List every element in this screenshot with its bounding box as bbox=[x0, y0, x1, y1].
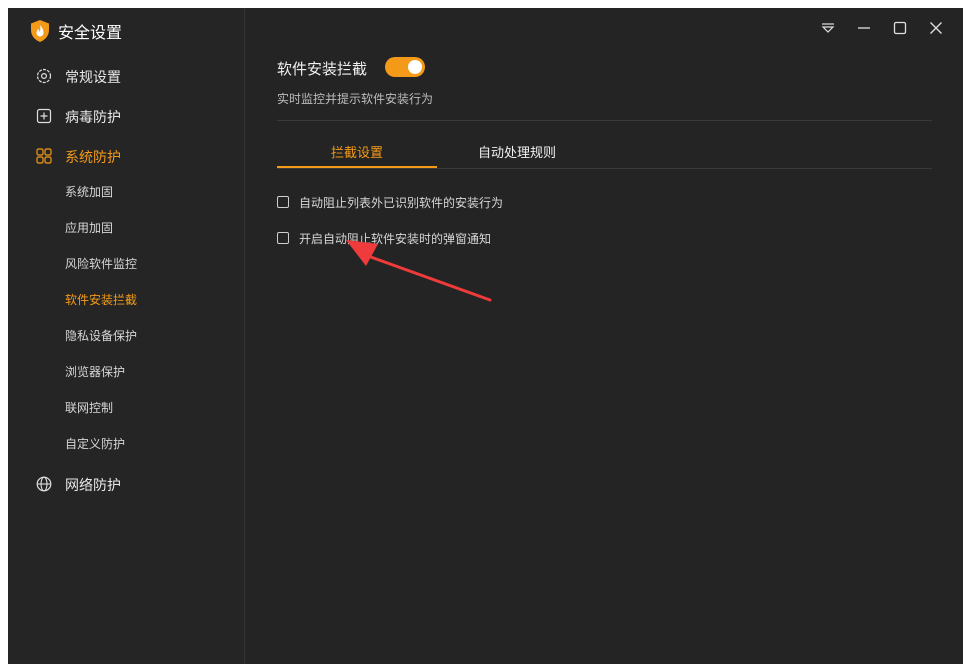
sidebar-item-label: 网络防护 bbox=[65, 478, 121, 494]
sidebar-sub-browser-protect[interactable]: 浏览器保护 bbox=[65, 363, 125, 381]
globe-icon bbox=[36, 476, 52, 492]
option-label: 自动阻止列表外已识别软件的安装行为 bbox=[299, 195, 504, 210]
app-title-text: 安全设置 bbox=[58, 23, 123, 42]
option-label: 开启自动阻止软件安装时的弹窗通知 bbox=[299, 231, 492, 246]
checkbox[interactable] bbox=[277, 196, 289, 208]
tab-auto-rules[interactable]: 自动处理规则 bbox=[437, 142, 597, 161]
option-auto-block-known[interactable]: 自动阻止列表外已识别软件的安装行为 bbox=[277, 194, 503, 210]
toggle-knob bbox=[408, 60, 422, 74]
gear-icon bbox=[36, 68, 52, 84]
active-tab-indicator bbox=[277, 166, 437, 168]
section-description: 实时监控并提示软件安装行为 bbox=[277, 92, 434, 106]
sidebar-item-system[interactable]: 系统防护 bbox=[8, 144, 244, 168]
sidebar-item-general[interactable]: 常规设置 bbox=[8, 64, 244, 88]
sidebar: 安全设置 常规设置 病毒防护 系统防护 系统加固 应用加固 风险软件监控 软件安… bbox=[8, 8, 245, 664]
sidebar-item-label: 系统防护 bbox=[65, 150, 121, 166]
section-title: 软件安装拦截 bbox=[277, 60, 368, 78]
sidebar-item-network[interactable]: 网络防护 bbox=[8, 472, 244, 496]
tab-block-settings[interactable]: 拦截设置 bbox=[277, 142, 437, 161]
app-window: 安全设置 常规设置 病毒防护 系统防护 系统加固 应用加固 风险软件监控 软件安… bbox=[8, 8, 963, 664]
sidebar-sub-custom-protect[interactable]: 自定义防护 bbox=[65, 435, 125, 453]
sidebar-sub-network-control[interactable]: 联网控制 bbox=[65, 399, 113, 417]
main-panel: 软件安装拦截 实时监控并提示软件安装行为 拦截设置 自动处理规则 自动阻止列表外… bbox=[245, 8, 963, 664]
tab-bar: 拦截设置 自动处理规则 bbox=[277, 138, 932, 169]
app-title: 安全设置 bbox=[30, 19, 122, 43]
sidebar-item-virus[interactable]: 病毒防护 bbox=[8, 104, 244, 128]
checkbox[interactable] bbox=[277, 232, 289, 244]
sidebar-item-label: 常规设置 bbox=[65, 70, 121, 86]
install-block-toggle[interactable] bbox=[385, 57, 425, 77]
sidebar-sub-privacy-device[interactable]: 隐私设备保护 bbox=[65, 327, 137, 345]
option-popup-notify[interactable]: 开启自动阻止软件安装时的弹窗通知 bbox=[277, 230, 491, 246]
shield-logo-icon bbox=[31, 20, 49, 42]
sidebar-sub-app-hardening[interactable]: 应用加固 bbox=[65, 219, 113, 237]
sidebar-sub-install-block[interactable]: 软件安装拦截 bbox=[65, 291, 137, 309]
divider bbox=[277, 120, 932, 121]
sidebar-sub-system-hardening[interactable]: 系统加固 bbox=[65, 183, 113, 201]
sidebar-sub-risk-monitor[interactable]: 风险软件监控 bbox=[65, 255, 137, 273]
sidebar-item-label: 病毒防护 bbox=[65, 110, 121, 126]
grid-icon bbox=[36, 148, 52, 164]
plus-box-icon bbox=[36, 108, 52, 124]
